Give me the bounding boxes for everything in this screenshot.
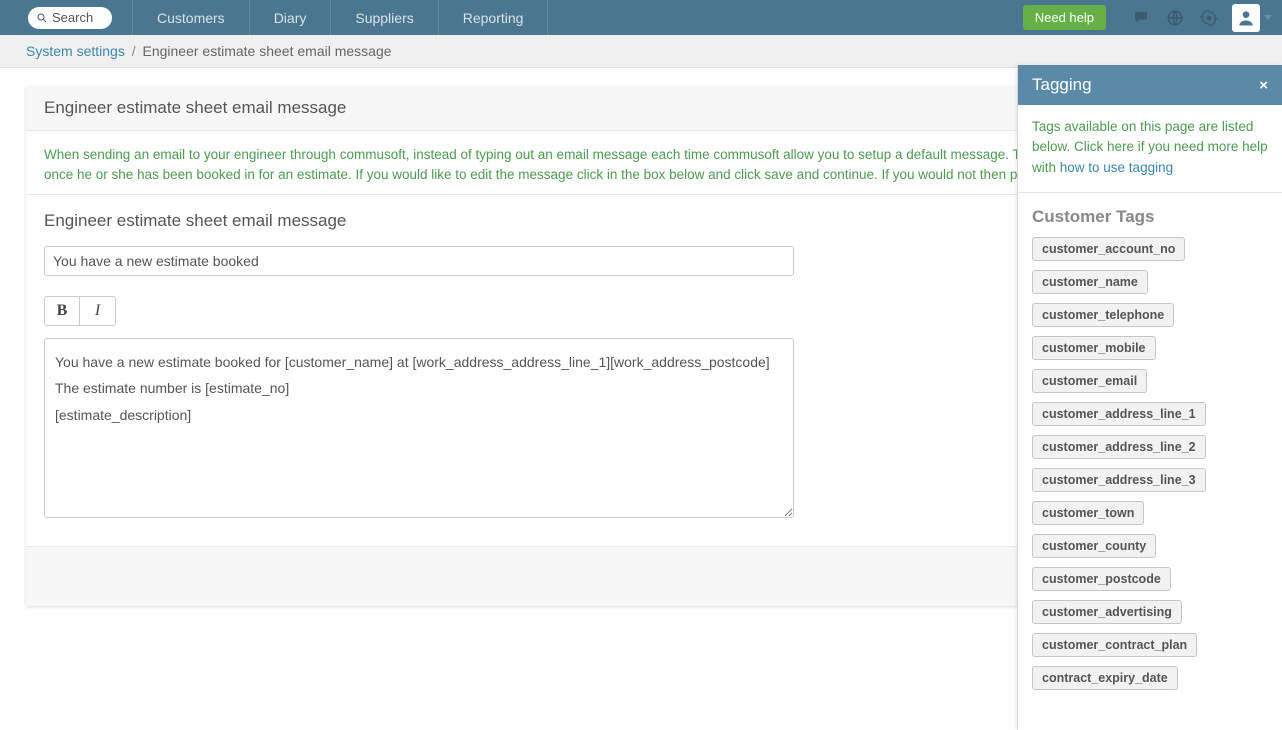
tag-list-scroll[interactable]: Customer Tags customer_account_nocustome… [1018, 193, 1282, 730]
search-label: Search [52, 10, 93, 25]
customer-tags-container: customer_account_no customer_name customer… [1032, 237, 1268, 699]
italic-button[interactable]: I [80, 296, 116, 326]
tag-chip[interactable]: customer_town [1032, 501, 1144, 525]
breadcrumb-current: Engineer estimate sheet email message [143, 43, 392, 59]
globe-icon[interactable] [1158, 0, 1192, 35]
gear-icon[interactable] [1192, 0, 1226, 35]
nav-separator [547, 0, 548, 35]
tag-chip[interactable]: customer_advertising [1032, 600, 1182, 624]
top-nav: Search Customers Diary Suppliers Reporti… [0, 0, 1282, 35]
tagging-title: Tagging [1032, 75, 1092, 95]
tag-chip[interactable]: customer_address_line_2 [1032, 435, 1206, 459]
search-icon [36, 12, 48, 24]
body-editor[interactable]: You have a new estimate booked for [cust… [44, 338, 794, 518]
tag-chip[interactable]: customer_telephone [1032, 303, 1174, 327]
tagging-description: Tags available on this page are listed b… [1018, 105, 1282, 193]
customer-tags-heading: Customer Tags [1032, 207, 1268, 227]
tagging-panel: Tagging × Tags available on this page ar… [1017, 65, 1282, 730]
tag-chip[interactable]: customer_county [1032, 534, 1156, 558]
tag-chip[interactable]: customer_name [1032, 270, 1148, 294]
tag-chip[interactable]: customer_mobile [1032, 336, 1156, 360]
close-icon[interactable]: × [1259, 77, 1268, 94]
tag-chip[interactable]: customer_postcode [1032, 567, 1171, 591]
tagging-header: Tagging × [1018, 65, 1282, 105]
how-to-use-tagging-link[interactable]: how to use tagging [1060, 160, 1173, 175]
nav-suppliers[interactable]: Suppliers [331, 0, 437, 35]
avatar[interactable] [1232, 4, 1260, 32]
tag-chip[interactable]: customer_address_line_1 [1032, 402, 1206, 426]
tag-chip[interactable]: customer_account_no [1032, 237, 1185, 261]
breadcrumb-separator: / [132, 43, 136, 59]
nav-customers[interactable]: Customers [133, 0, 249, 35]
nav-reporting[interactable]: Reporting [439, 0, 548, 35]
search-pill[interactable]: Search [28, 7, 112, 29]
breadcrumb: System settings / Engineer estimate shee… [0, 35, 1282, 68]
panel-sub-title: Engineer estimate sheet email message [44, 211, 346, 231]
breadcrumb-root[interactable]: System settings [26, 43, 125, 59]
need-help-button[interactable]: Need help [1023, 5, 1106, 30]
bold-button[interactable]: B [44, 296, 80, 326]
tag-chip[interactable]: contract_expiry_date [1032, 666, 1178, 690]
tag-chip[interactable]: customer_address_line_3 [1032, 468, 1206, 492]
nav-diary[interactable]: Diary [250, 0, 331, 35]
tag-chip[interactable]: customer_email [1032, 369, 1147, 393]
subject-input[interactable] [44, 246, 794, 276]
chat-icon[interactable] [1124, 0, 1158, 35]
chevron-down-icon[interactable] [1264, 15, 1272, 20]
tag-chip[interactable]: customer_contract_plan [1032, 633, 1197, 657]
